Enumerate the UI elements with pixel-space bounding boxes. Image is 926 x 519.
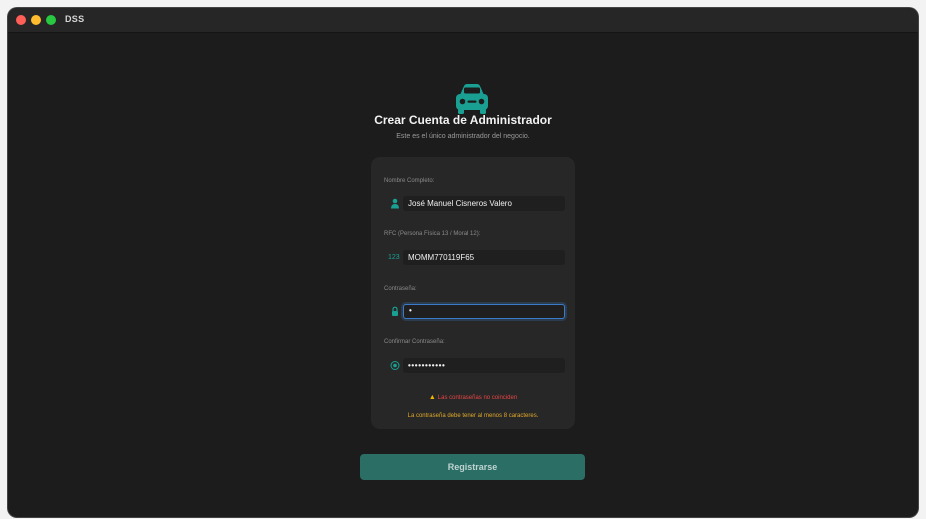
number-icon: 123 [388,254,400,261]
password-mismatch-warning: ▲ Las contraseñas no coinciden [371,394,575,401]
page-subtitle: Este es el único administrador del negoc… [396,133,530,140]
close-window-button[interactable] [16,15,26,25]
confirm-password-field-row: ••••••••••• [384,358,565,373]
person-icon [391,198,399,209]
confirm-password-input[interactable]: ••••••••••• [403,358,565,373]
check-circle-icon [390,361,400,370]
confirm-password-label: Confirmar Contraseña: [384,339,445,345]
password-input[interactable]: • [403,304,565,319]
full-name-input[interactable]: José Manuel Cisneros Valero [403,196,565,211]
warning-icon: ▲ [428,394,436,401]
app-window: DSS Crear Cuenta de Administrador Este e… [8,8,918,517]
password-label: Contraseña: [384,286,417,292]
register-button[interactable]: Registrarse [360,454,585,480]
page-title: Crear Cuenta de Administrador [374,113,552,127]
rfc-field-row: 123 MOMM770119F65 [384,250,565,265]
password-length-hint: La contraseña debe tener al menos 8 cara… [407,413,539,419]
rfc-input[interactable]: MOMM770119F65 [403,250,565,265]
zoom-window-button[interactable] [46,15,56,25]
title-bar: DSS [8,8,918,33]
lock-icon [392,306,398,316]
warning-text: Las contraseñas no coinciden [437,395,518,401]
name-label: Nombre Completo: [384,178,435,184]
minimize-window-button[interactable] [31,15,41,25]
name-field-row: José Manuel Cisneros Valero [384,196,565,211]
rfc-label: RFC (Persona Física 13 / Moral 12): [384,231,481,237]
window-title: DSS [65,14,85,24]
password-field-row: • [384,304,565,319]
registration-form-card: Nombre Completo: José Manuel Cisneros Va… [371,157,575,429]
